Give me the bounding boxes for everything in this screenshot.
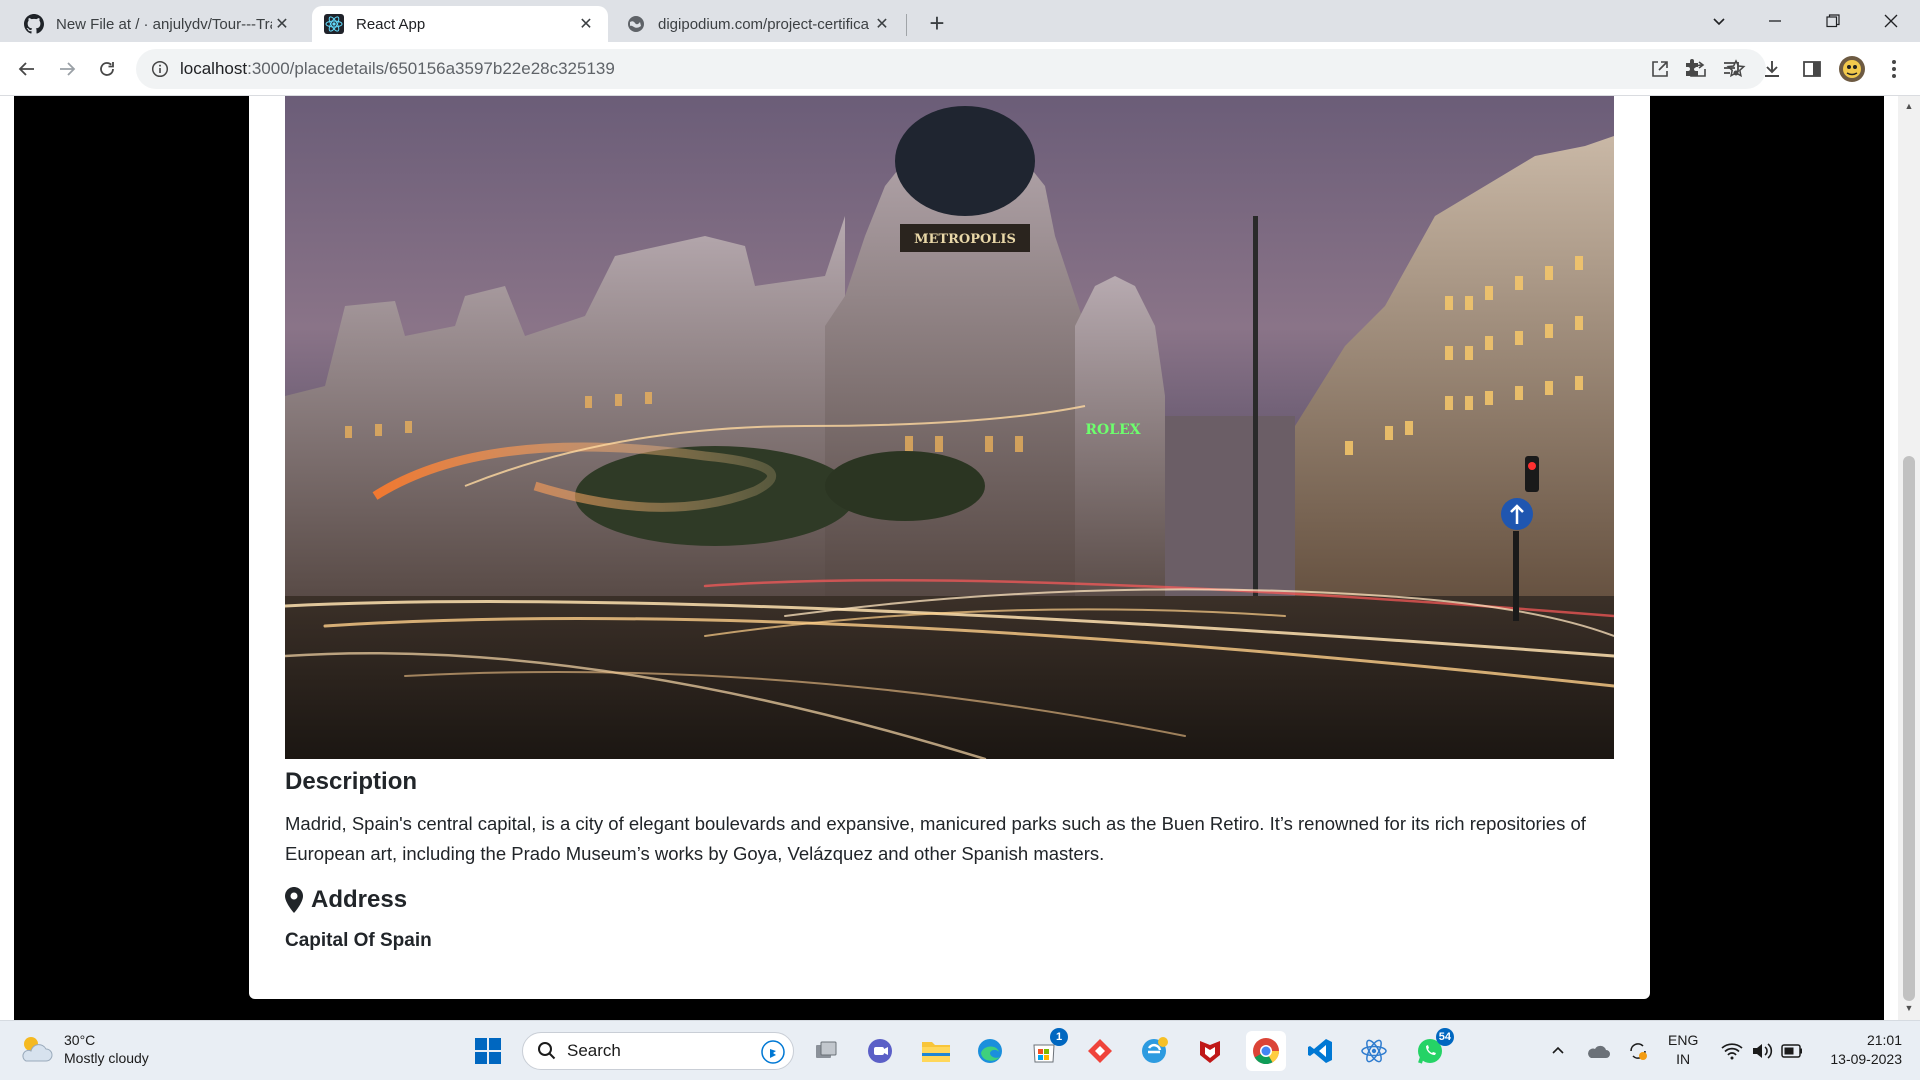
windows-taskbar: 30°C Mostly cloudy Search 1 54 ENG IN 21… [0, 1020, 1920, 1080]
tab-digipodium[interactable]: digipodium.com/project-certifica ✕ [614, 6, 904, 42]
page-viewport: METROPOLIS ROLEX Description Madrid, Spa… [0, 96, 1920, 1020]
arrow-right-icon [60, 62, 76, 76]
arrow-left-icon [18, 62, 34, 76]
scroll-down-arrow-icon[interactable]: ▼ [1903, 1002, 1915, 1014]
tab-title: digipodium.com/project-certifica [658, 15, 869, 33]
clock-time: 21:01 [1866, 1032, 1902, 1048]
url-host: localhost [180, 59, 248, 78]
reload-icon [100, 62, 114, 76]
back-button[interactable] [11, 53, 43, 85]
restore-button[interactable] [1806, 0, 1860, 42]
address-text: Capital Of Spain [285, 930, 432, 951]
tab-search-button[interactable] [1692, 0, 1746, 42]
close-icon[interactable]: ✕ [872, 14, 892, 34]
teams-chat-icon[interactable] [860, 1031, 900, 1071]
clock-date: 13-09-2023 [1830, 1051, 1902, 1067]
whatsapp-icon[interactable]: 54 [1410, 1028, 1454, 1071]
map-pin-icon [285, 887, 303, 913]
open-in-app-icon[interactable] [1648, 57, 1672, 81]
scroll-up-arrow-icon[interactable]: ▲ [1903, 100, 1915, 112]
task-view-icon[interactable] [806, 1031, 846, 1071]
edge-browser-icon[interactable] [970, 1031, 1010, 1071]
side-panel-icon[interactable] [1798, 55, 1826, 83]
reload-button[interactable] [91, 53, 123, 85]
address-heading-label: Address [311, 886, 408, 913]
menu-kebab-icon[interactable] [1880, 55, 1908, 83]
file-explorer-icon[interactable] [916, 1031, 956, 1071]
forward-button[interactable] [51, 53, 83, 85]
react-devtools-icon[interactable] [1354, 1031, 1394, 1071]
browser-toolbar: localhost:3000/placedetails/650156a3597b… [0, 42, 1920, 96]
globe-icon [626, 14, 646, 34]
cloudy-weather-icon [22, 1037, 53, 1062]
weather-desc: Mostly cloudy [64, 1050, 149, 1066]
weather-temp: 30°C [64, 1032, 96, 1048]
bing-icon[interactable] [761, 1040, 785, 1069]
show-hidden-icons-chevron-icon[interactable] [1546, 1031, 1570, 1071]
search-label: Search [567, 1041, 621, 1060]
wifi-icon[interactable] [1718, 1031, 1746, 1071]
ie-browser-icon[interactable] [1134, 1031, 1174, 1071]
profile-avatar[interactable] [1838, 55, 1866, 83]
windows-logo-icon [475, 1038, 501, 1064]
description-text: Madrid, Spain's central capital, is a ci… [285, 813, 1586, 864]
chrome-icon[interactable] [1246, 1031, 1286, 1071]
battery-icon[interactable] [1778, 1031, 1806, 1071]
taskbar-clock[interactable]: 21:01 13-09-2023 [1822, 1031, 1902, 1069]
close-icon[interactable]: ✕ [272, 14, 292, 34]
sync-icon[interactable] [1624, 1031, 1652, 1071]
extensions-icon[interactable] [1678, 55, 1706, 83]
tab-title: New File at / · anjulydv/Tour---Tra [56, 15, 272, 33]
description-heading: Description [285, 768, 418, 795]
address-heading: Address [285, 886, 407, 914]
url-text[interactable]: localhost:3000/placedetails/650156a3597b… [180, 59, 615, 79]
tab-strip: New File at / · anjulydv/Tour---Tra ✕ Re… [0, 0, 1920, 42]
search-icon [538, 1042, 556, 1060]
neon-sign: ROLEX [1085, 422, 1140, 438]
url-path: :3000/placedetails/650156a3597b22e28c325… [247, 59, 615, 78]
mcafee-icon[interactable] [1190, 1031, 1230, 1071]
whatsapp-badge: 54 [1435, 1028, 1454, 1046]
tab-title: React App [356, 15, 426, 33]
vscode-icon[interactable] [1300, 1031, 1340, 1071]
tab-github[interactable]: New File at / · anjulydv/Tour---Tra ✕ [12, 6, 304, 42]
volume-icon[interactable] [1748, 1031, 1776, 1071]
scrollbar-thumb[interactable] [1903, 456, 1915, 1001]
close-window-button[interactable] [1864, 0, 1918, 42]
chevron-down-icon [1713, 18, 1725, 26]
onedrive-icon[interactable] [1584, 1031, 1612, 1071]
minimize-button[interactable] [1748, 0, 1802, 42]
download-icon[interactable] [1758, 55, 1786, 83]
taskbar-search-box[interactable]: Search [522, 1032, 794, 1070]
close-icon[interactable]: ✕ [576, 14, 596, 34]
tab-react-app[interactable]: React App ✕ [312, 6, 608, 42]
weather-widget[interactable]: 30°C Mostly cloudy [18, 1031, 149, 1067]
address-bar[interactable]: localhost:3000/placedetails/650156a3597b… [136, 49, 1766, 89]
anydesk-icon[interactable] [1080, 1031, 1120, 1071]
media-controls-icon[interactable] [1718, 55, 1746, 83]
place-details-card: METROPOLIS ROLEX Description Madrid, Spa… [249, 96, 1650, 999]
new-tab-button[interactable]: + [922, 8, 952, 38]
microsoft-store-icon[interactable]: 1 [1024, 1028, 1068, 1071]
metropolis-sign: METROPOLIS [914, 232, 1016, 247]
react-icon [324, 14, 344, 34]
lang-line2: IN [1676, 1051, 1691, 1067]
lang-line1: ENG [1668, 1032, 1699, 1048]
madrid-street-photo: METROPOLIS ROLEX [285, 96, 1614, 759]
info-icon[interactable] [150, 59, 170, 79]
language-indicator[interactable]: ENG IN [1668, 1031, 1698, 1069]
place-hero-image: METROPOLIS ROLEX [285, 96, 1614, 759]
tab-divider [906, 14, 907, 36]
github-icon [24, 14, 44, 34]
page-scrollbar[interactable]: ▲ ▼ [1898, 96, 1920, 1020]
store-badge: 1 [1050, 1028, 1068, 1046]
start-button[interactable] [468, 1031, 508, 1071]
